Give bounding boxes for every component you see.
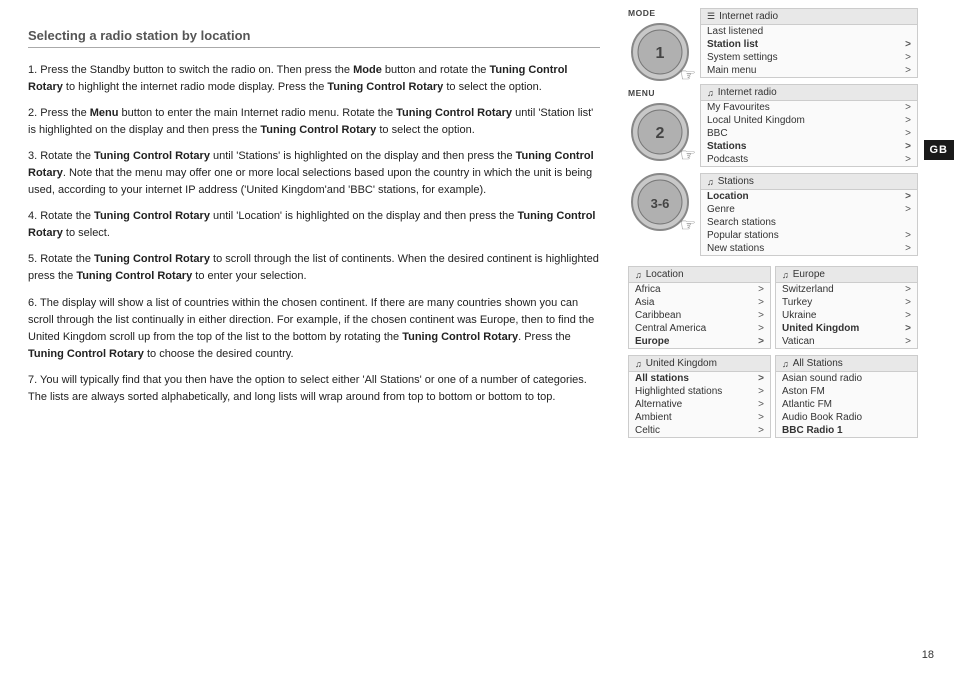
menu-item-location: Location> [701, 190, 917, 203]
menu-item-atlantic-fm: Atlantic FM [776, 398, 917, 411]
panel-title-location: Location [646, 269, 684, 280]
menu-item-ambient: Ambient> [629, 411, 770, 424]
right-panel: MODE 1 ☞ MENU [620, 0, 930, 673]
menu-item-united-kingdom: United Kingdom> [776, 322, 917, 335]
menu-item-africa: Africa> [629, 283, 770, 296]
page-title: Selecting a radio station by location [28, 28, 600, 48]
menu-label: MENU [628, 88, 655, 98]
menu-item-my-favourites: My Favourites> [701, 101, 917, 114]
europe-panel: ♫ Europe Switzerland> Turkey> Ukraine> U… [775, 266, 918, 349]
panel-header-uk: ♫ United Kingdom [629, 356, 770, 372]
menu-item-central-america: Central America> [629, 322, 770, 335]
hand-icon-2: ☞ [680, 145, 696, 166]
panel-title-ir1: Internet radio [719, 11, 778, 22]
menu-item-vatican: Vatican> [776, 335, 917, 348]
lower-panels: ♫ Location Africa> Asia> Caribbean> Cent… [628, 266, 918, 440]
step-6: 6. The display will show a list of count… [28, 295, 600, 363]
step-4: 4. Rotate the Tuning Control Rotary unti… [28, 208, 600, 242]
panel-header-stations: ♫ Stations [701, 174, 917, 190]
panel-icon-ir1: ☰ [707, 11, 715, 22]
knob-menu: MENU 2 ☞ [628, 88, 692, 164]
panel-title-uk: United Kingdom [646, 358, 717, 369]
panel-icon-ir2: ♫ [707, 88, 714, 98]
panel-title-all-stations: All Stations [793, 358, 843, 369]
menu-item-switzerland: Switzerland> [776, 283, 917, 296]
menu-item-search-stations: Search stations [701, 216, 917, 229]
menu-item-main-menu: Main menu> [701, 64, 917, 77]
panel-icon-europe: ♫ [782, 270, 789, 280]
panel-icon-all-stations: ♫ [782, 359, 789, 369]
all-stations-panel: ♫ All Stations Asian sound radio Aston F… [775, 355, 918, 438]
panel-icon-stations: ♫ [707, 177, 714, 187]
united-kingdom-panel: ♫ United Kingdom All stations> Highlight… [628, 355, 771, 438]
location-panel: ♫ Location Africa> Asia> Caribbean> Cent… [628, 266, 771, 349]
svg-text:3-6: 3-6 [651, 196, 670, 211]
menu-item-all-stations: All stations> [629, 372, 770, 385]
menu-item-stations: Stations> [701, 140, 917, 153]
gb-tab: GB [924, 140, 954, 160]
mode-label: MODE [628, 8, 656, 18]
menu-item-bbc: BBC> [701, 127, 917, 140]
menu-item-new-stations: New stations> [701, 242, 917, 255]
page: GB Selecting a radio station by location… [0, 0, 954, 673]
page-number: 18 [922, 649, 934, 661]
menu-item-station-list: Station list> [701, 38, 917, 51]
panel-header-location: ♫ Location [629, 267, 770, 283]
knob-3-6: 3-6 ☞ [628, 168, 692, 234]
menu-item-podcasts: Podcasts> [701, 153, 917, 166]
svg-text:1: 1 [656, 45, 665, 62]
menu-item-last-listened: Last listened [701, 25, 917, 38]
step-7: 7. You will typically find that you then… [28, 372, 600, 406]
menu-item-highlighted: Highlighted stations> [629, 385, 770, 398]
menu-item-genre: Genre> [701, 203, 917, 216]
step-1: 1. Press the Standby button to switch th… [28, 62, 600, 96]
hand-icon-3: ☞ [680, 215, 696, 236]
internet-radio-panel-1: ☰ Internet radio Last listened Station l… [700, 8, 918, 78]
step-5: 5. Rotate the Tuning Control Rotary to s… [28, 251, 600, 285]
step-2: 2. Press the Menu button to enter the ma… [28, 105, 600, 139]
panel-header-all-stations: ♫ All Stations [776, 356, 917, 372]
panel-header-europe: ♫ Europe [776, 267, 917, 283]
menu-item-celtic: Celtic> [629, 424, 770, 437]
panel-title-stations: Stations [718, 176, 754, 187]
menu-item-bbc-radio-1: BBC Radio 1 [776, 424, 917, 437]
steps-container: 1. Press the Standby button to switch th… [28, 62, 600, 406]
svg-text:2: 2 [656, 125, 665, 142]
knob-mode: MODE 1 ☞ [628, 8, 692, 84]
menu-item-alternative: Alternative> [629, 398, 770, 411]
panel-title-ir2: Internet radio [718, 87, 777, 98]
menu-item-ukraine: Ukraine> [776, 309, 917, 322]
menu-item-popular-stations: Popular stations> [701, 229, 917, 242]
panel-header-ir1: ☰ Internet radio [701, 9, 917, 25]
step-3: 3. Rotate the Tuning Control Rotary unti… [28, 148, 600, 199]
panel-title-europe: Europe [793, 269, 825, 280]
menu-item-aston-fm: Aston FM [776, 385, 917, 398]
menu-item-turkey: Turkey> [776, 296, 917, 309]
menu-item-asian-sound: Asian sound radio [776, 372, 917, 385]
hand-icon-1: ☞ [680, 65, 696, 86]
panel-icon-location: ♫ [635, 270, 642, 280]
panel-icon-uk: ♫ [635, 359, 642, 369]
panel-header-ir2: ♫ Internet radio [701, 85, 917, 101]
menu-item-local-uk: Local United Kingdom> [701, 114, 917, 127]
menu-item-system-settings: System settings> [701, 51, 917, 64]
menu-item-asia: Asia> [629, 296, 770, 309]
left-content: Selecting a radio station by location 1.… [0, 0, 620, 673]
menu-item-europe: Europe> [629, 335, 770, 348]
internet-radio-panel-2: ♫ Internet radio My Favourites> Local Un… [700, 84, 918, 167]
menu-item-caribbean: Caribbean> [629, 309, 770, 322]
menu-item-audio-book: Audio Book Radio [776, 411, 917, 424]
stations-panel: ♫ Stations Location> Genre> Search stati… [700, 173, 918, 256]
